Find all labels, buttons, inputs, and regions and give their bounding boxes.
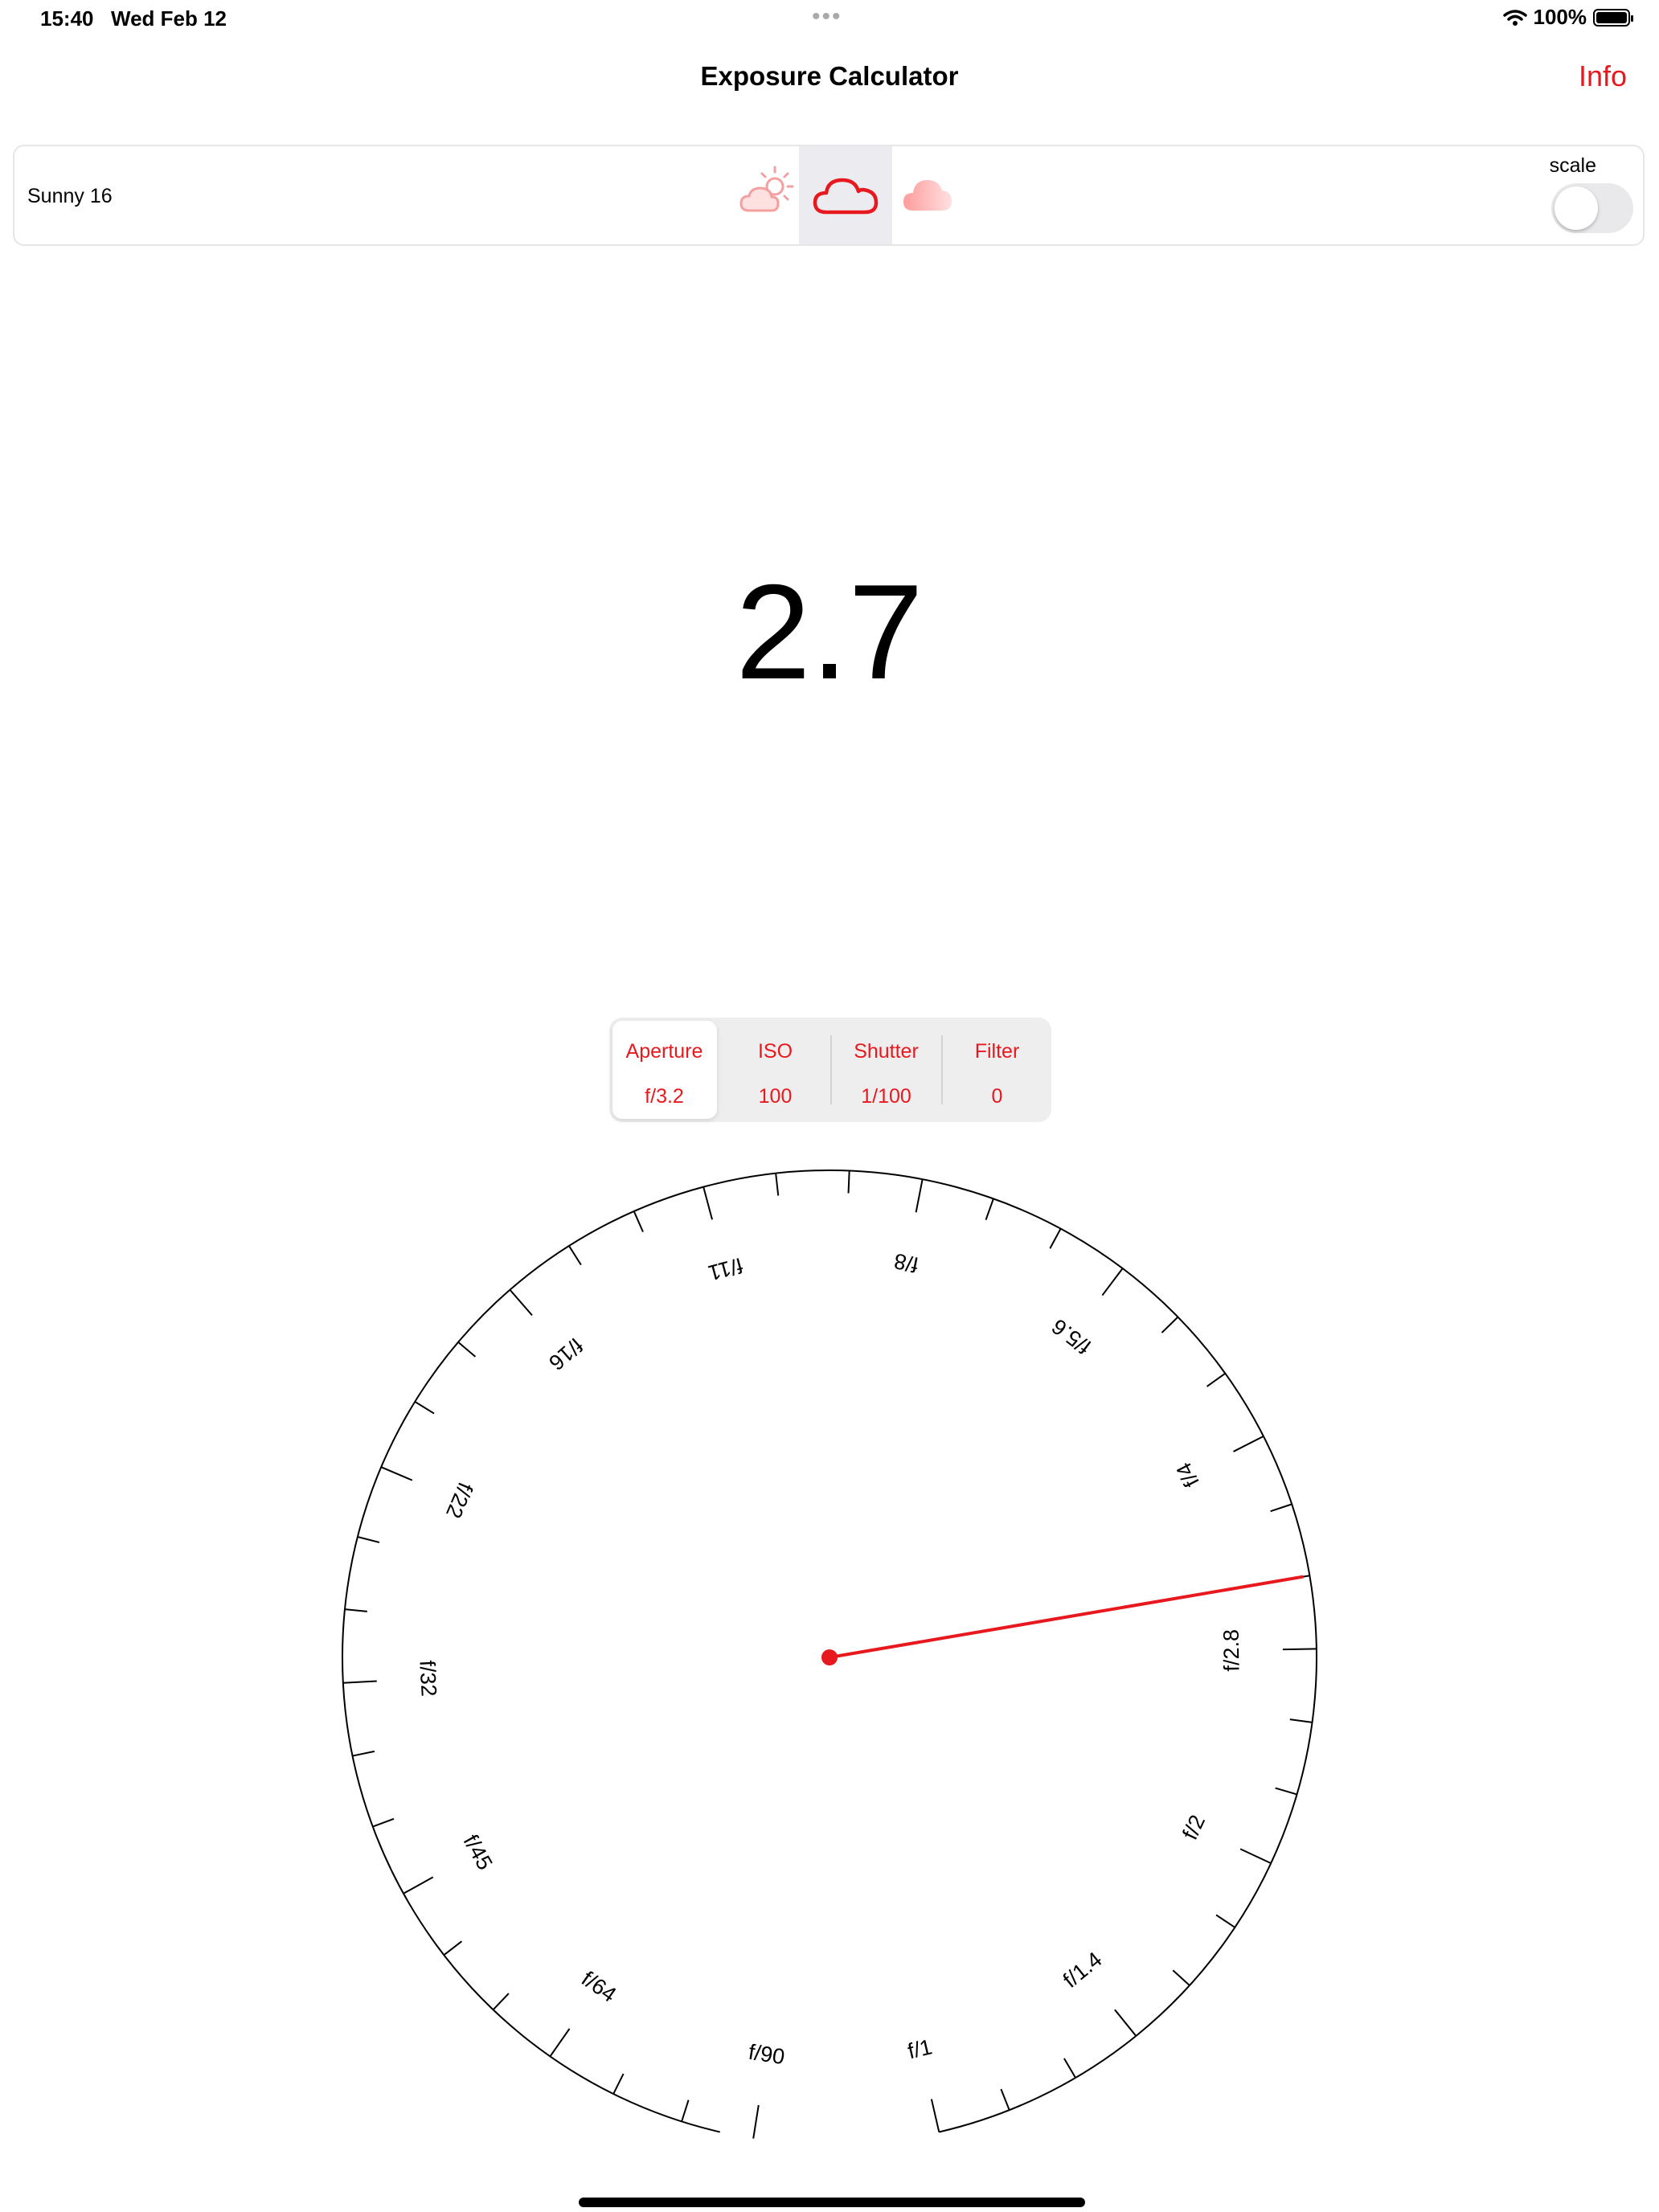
dial-minor-tick: [681, 2099, 690, 2122]
dial-minor-tick: [1289, 1718, 1313, 1723]
dial-center-dot: [821, 1649, 838, 1665]
dial-minor-tick: [1270, 1503, 1292, 1513]
dial-minor-tick: [492, 1993, 510, 2011]
dial-label: f/90: [747, 2040, 786, 2070]
dial-major-tick: [915, 1178, 924, 1213]
dial-minor-tick: [357, 1536, 380, 1543]
dial-minor-tick: [633, 1210, 644, 1233]
dial-minor-tick: [985, 1198, 994, 1221]
dial-minor-tick: [612, 2073, 625, 2095]
dial-major-tick: [1233, 1435, 1264, 1452]
aperture-dial[interactable]: f/1 f/1.4 f/2 f/2.8 f/4 f/5.6 f/8 f/11 f/16 f/22 f…: [0, 0, 1659, 2212]
dial-label: f/5.6: [1047, 1314, 1096, 1359]
dial-major-tick: [1101, 1268, 1124, 1296]
dial-label: f/4: [1171, 1459, 1203, 1491]
dial-major-tick: [703, 1186, 713, 1220]
dial-minor-tick: [1172, 1969, 1190, 1986]
dial-minor-tick: [1049, 1228, 1062, 1249]
dial-label: f/64: [577, 1966, 621, 2006]
dial-major-tick: [752, 2104, 760, 2139]
dial-major-tick: [380, 1466, 413, 1481]
dial-minor-tick: [344, 1608, 367, 1612]
dial-label: f/32: [415, 1660, 440, 1698]
dial-minor-tick: [1275, 1787, 1297, 1796]
dial-label: f/1.4: [1059, 1947, 1107, 1992]
dial-label: f/8: [892, 1248, 920, 1276]
dial-minor-tick: [457, 1342, 477, 1358]
home-indicator[interactable]: [579, 2198, 1085, 2207]
dial-minor-tick: [414, 1401, 435, 1415]
dial-label: f/2: [1178, 1811, 1210, 1843]
dial-major-tick: [1239, 1848, 1272, 1865]
dial-major-tick: [403, 1876, 434, 1895]
dial-major-tick: [509, 1288, 533, 1316]
dial-minor-tick: [372, 1817, 395, 1828]
dial-label: f/16: [544, 1333, 588, 1374]
dial-minor-tick: [1000, 2088, 1010, 2111]
dial-minor-tick: [1063, 2058, 1076, 2079]
dial-minor-tick: [568, 1245, 582, 1266]
dial-minor-tick: [1161, 1316, 1179, 1333]
dial-minor-tick: [1215, 1914, 1235, 1928]
dial-minor-tick: [1206, 1372, 1226, 1387]
dial-minor-tick: [775, 1173, 780, 1196]
dial-major-tick: [342, 1680, 377, 1684]
dial-label: f/1: [905, 2034, 934, 2063]
dial-label: f/22: [441, 1479, 477, 1522]
dial-label: f/11: [706, 1253, 745, 1285]
dial-minor-tick: [352, 1750, 375, 1757]
dial-major-tick: [1114, 2009, 1137, 2037]
dial-minor-tick: [443, 1940, 463, 1956]
dial-major-tick: [930, 2099, 940, 2132]
dial-label: f/45: [459, 1830, 498, 1874]
dial-major-tick: [549, 2028, 571, 2057]
dial-minor-tick: [847, 1170, 850, 1194]
dial-label: f/2.8: [1219, 1629, 1244, 1672]
